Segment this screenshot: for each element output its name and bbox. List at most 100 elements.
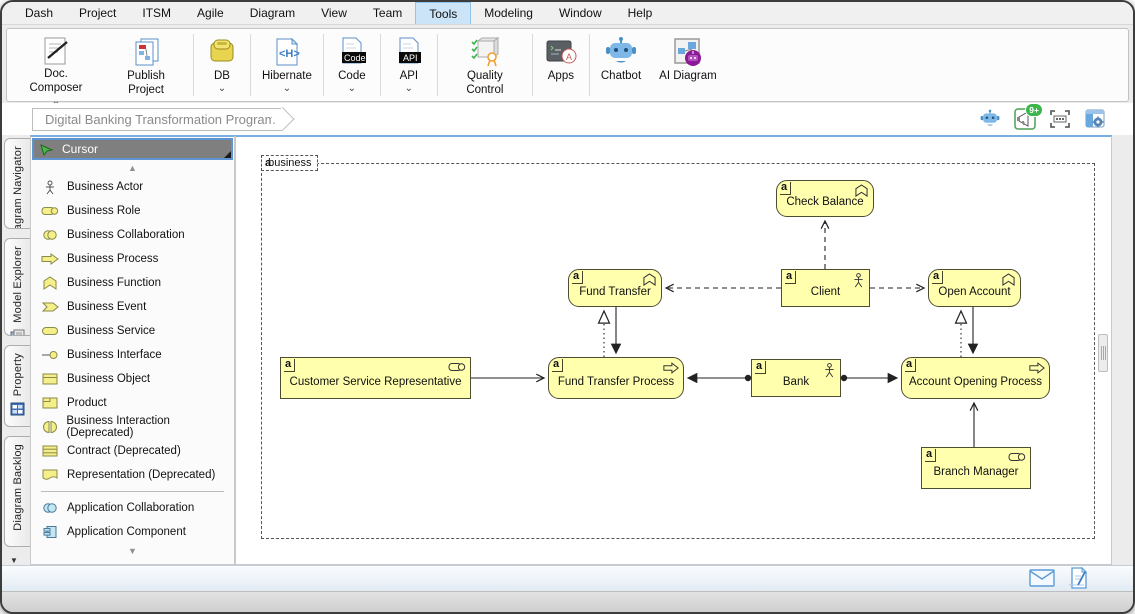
application-collaboration-icon bbox=[41, 501, 59, 515]
business-actor-icon bbox=[852, 273, 865, 291]
menu-view[interactable]: View bbox=[308, 2, 360, 24]
tab-diagram-backlog[interactable]: Diagram Backlog bbox=[4, 436, 30, 547]
archimate-marker: a bbox=[905, 359, 916, 372]
palette-scroll-down[interactable]: ▼ bbox=[31, 544, 234, 558]
announcements-icon[interactable]: 9+ bbox=[1013, 108, 1037, 130]
product-icon bbox=[41, 396, 59, 410]
tab-diagram-navigator[interactable]: Diagram Navigator bbox=[4, 138, 30, 229]
business-interaction-icon bbox=[41, 420, 58, 434]
palette-item-business-actor[interactable]: Business Actor bbox=[37, 175, 234, 199]
panel-settings-icon[interactable] bbox=[1083, 108, 1107, 130]
palette-item-business-interface[interactable]: Business Interface bbox=[37, 343, 234, 367]
palette-scroll-up[interactable]: ▲ bbox=[31, 161, 234, 175]
business-object-icon bbox=[41, 372, 59, 386]
breadcrumb[interactable]: Digital Banking Transformation Program bbox=[32, 108, 282, 131]
toolbar-separator bbox=[380, 34, 381, 96]
palette-item-application-collaboration[interactable]: Application Collaboration bbox=[37, 496, 234, 520]
palette-item-business-event[interactable]: Business Event bbox=[37, 295, 234, 319]
hibernate-button[interactable]: <H> Hibernate ⌄ bbox=[253, 31, 321, 99]
cursor-tool-corner bbox=[224, 151, 231, 158]
mail-icon[interactable] bbox=[1029, 569, 1055, 592]
menu-diagram[interactable]: Diagram bbox=[237, 2, 308, 24]
apps-button[interactable]: A Apps bbox=[535, 31, 587, 99]
node-fund-transfer[interactable]: a Fund Transfer bbox=[568, 269, 662, 307]
main-area: Diagram Navigator Model Explorer Propert… bbox=[2, 135, 1133, 565]
business-function-icon bbox=[642, 273, 657, 289]
toolbar-separator bbox=[250, 34, 251, 96]
chevron-down-icon: ⌄ bbox=[348, 84, 356, 94]
node-check-balance[interactable]: a Check Balance bbox=[776, 180, 874, 217]
business-function-icon bbox=[41, 276, 59, 290]
business-grouping-label[interactable]: a business bbox=[261, 155, 318, 171]
window-bottom-edge bbox=[2, 591, 1133, 612]
status-bar bbox=[2, 565, 1133, 594]
palette-item-business-role[interactable]: Business Role bbox=[37, 199, 234, 223]
palette-item-business-object[interactable]: Business Object bbox=[37, 367, 234, 391]
business-function-icon bbox=[854, 184, 869, 200]
publish-project-button[interactable]: Publish Project bbox=[101, 31, 191, 99]
palette-item-business-interaction[interactable]: Business Interaction (Deprecated) bbox=[37, 415, 234, 439]
tab-property[interactable]: Property bbox=[4, 345, 30, 426]
node-customer-service-representative[interactable]: a Customer Service Representative bbox=[280, 357, 471, 399]
palette-item-business-function[interactable]: Business Function bbox=[37, 271, 234, 295]
palette-item-contract[interactable]: Contract (Deprecated) bbox=[37, 439, 234, 463]
fit-to-window-icon[interactable] bbox=[1048, 108, 1072, 130]
toolbar-separator bbox=[589, 34, 590, 96]
business-process-icon bbox=[663, 361, 679, 378]
business-process-icon bbox=[1029, 361, 1045, 378]
doc-composer-button[interactable]: Doc. Composer ⌄ bbox=[11, 31, 101, 99]
archimate-marker: a bbox=[572, 271, 583, 284]
chevron-down-icon: ⌄ bbox=[405, 84, 413, 94]
business-collaboration-icon bbox=[41, 228, 59, 242]
menu-help[interactable]: Help bbox=[615, 2, 666, 24]
menu-dash[interactable]: Dash bbox=[12, 2, 66, 24]
menu-window[interactable]: Window bbox=[546, 2, 615, 24]
node-account-opening-process[interactable]: a Account Opening Process bbox=[901, 357, 1050, 399]
svg-text:A: A bbox=[566, 52, 572, 62]
publish-project-icon bbox=[130, 35, 162, 69]
ai-diagram-button[interactable]: AI Diagram bbox=[650, 31, 726, 99]
palette-item-representation[interactable]: Representation (Deprecated) bbox=[37, 463, 234, 487]
canvas-vertical-scrollbar[interactable] bbox=[1098, 334, 1108, 372]
node-open-account[interactable]: a Open Account bbox=[928, 269, 1021, 307]
breadcrumb-title: Digital Banking Transformation Program bbox=[45, 112, 276, 127]
quality-control-button[interactable]: Quality Control bbox=[440, 31, 530, 99]
tabstrip-overflow-icon[interactable]: ▼ bbox=[10, 556, 18, 565]
svg-text:Code: Code bbox=[344, 53, 366, 63]
node-branch-manager[interactable]: a Branch Manager bbox=[921, 447, 1031, 489]
menu-itsm[interactable]: ITSM bbox=[129, 2, 184, 24]
code-button[interactable]: Code Code ⌄ bbox=[326, 31, 378, 99]
menu-team[interactable]: Team bbox=[360, 2, 415, 24]
palette-item-business-collaboration[interactable]: Business Collaboration bbox=[37, 223, 234, 247]
quality-control-icon bbox=[468, 35, 502, 69]
menu-modeling[interactable]: Modeling bbox=[471, 2, 546, 24]
application-window: Dash Project ITSM Agile Diagram View Tea… bbox=[0, 0, 1135, 614]
business-role-icon bbox=[41, 204, 59, 218]
svg-text:API: API bbox=[403, 53, 418, 63]
palette-item-application-component[interactable]: Application Component bbox=[37, 520, 234, 544]
chatbot-button[interactable]: Chatbot bbox=[592, 31, 650, 99]
node-client[interactable]: a Client bbox=[781, 269, 870, 307]
representation-icon bbox=[41, 468, 59, 482]
palette-item-product[interactable]: Product bbox=[37, 391, 234, 415]
svg-text:<H>: <H> bbox=[279, 48, 300, 60]
business-interface-icon bbox=[41, 348, 59, 362]
node-fund-transfer-process[interactable]: a Fund Transfer Process bbox=[548, 357, 684, 399]
palette-item-business-process[interactable]: Business Process bbox=[37, 247, 234, 271]
apps-icon: A bbox=[544, 35, 578, 69]
edit-document-icon[interactable] bbox=[1069, 567, 1089, 594]
menu-tools[interactable]: Tools bbox=[415, 2, 471, 24]
diagram-canvas[interactable]: a business bbox=[235, 135, 1112, 565]
doc-composer-icon bbox=[40, 35, 72, 67]
node-bank[interactable]: a Bank bbox=[751, 359, 841, 397]
db-icon bbox=[206, 35, 238, 69]
api-button[interactable]: API API ⌄ bbox=[383, 31, 435, 99]
menu-agile[interactable]: Agile bbox=[184, 2, 237, 24]
palette-cursor-tool[interactable]: Cursor bbox=[32, 138, 233, 160]
header-icons: 9+ bbox=[978, 108, 1107, 130]
chatbot-assistant-icon[interactable] bbox=[978, 108, 1002, 130]
tab-model-explorer[interactable]: Model Explorer bbox=[4, 238, 30, 336]
db-button[interactable]: DB ⌄ bbox=[196, 31, 248, 99]
menu-project[interactable]: Project bbox=[66, 2, 129, 24]
palette-item-business-service[interactable]: Business Service bbox=[37, 319, 234, 343]
